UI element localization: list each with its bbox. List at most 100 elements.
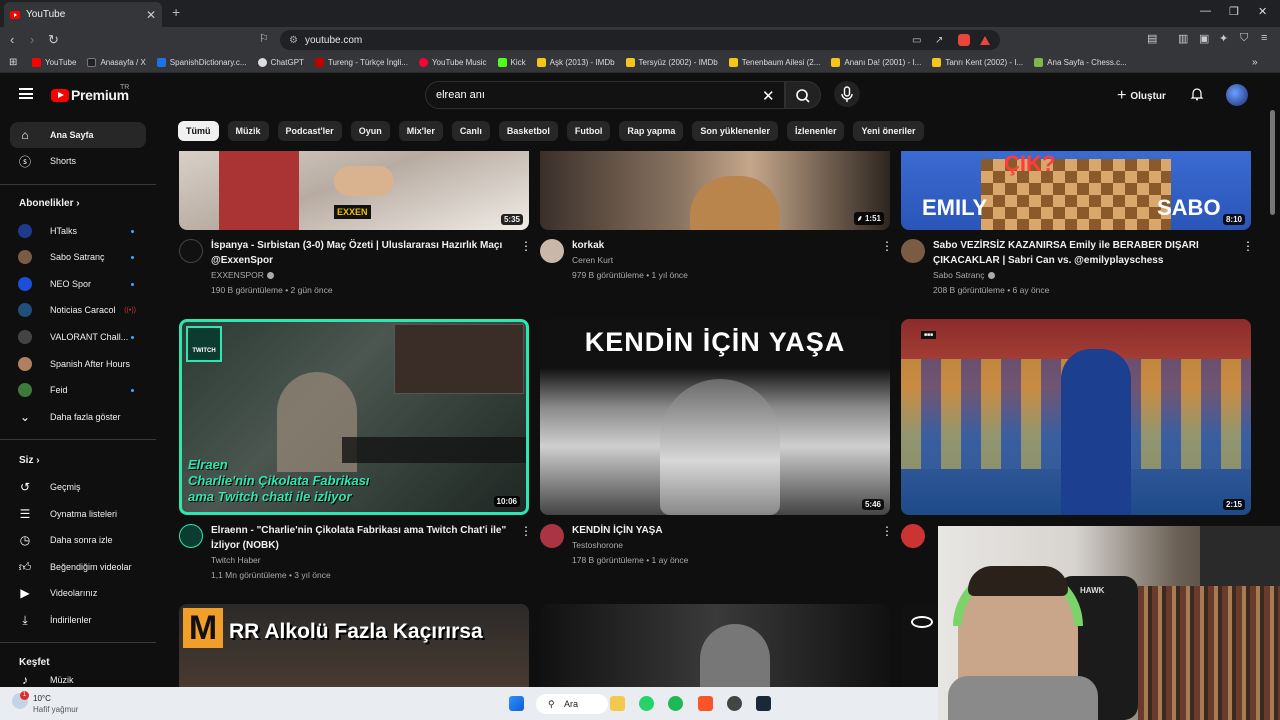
bookmark-item[interactable]: YouTube Music [418, 58, 487, 67]
reading-list-icon[interactable]: ▥ [1178, 32, 1188, 45]
restore-icon[interactable]: ❐ [1229, 5, 1239, 18]
tab-close-icon[interactable]: ✕ [146, 8, 156, 22]
hamburger-menu-icon[interactable] [19, 88, 33, 99]
bookmark-item[interactable]: Aşk (2013) - IMDb [536, 58, 615, 67]
reload-icon[interactable]: ↻ [48, 32, 59, 48]
video-thumbnail[interactable]: ÇIK? EMILY SABO 8:10 [901, 151, 1251, 230]
video-title[interactable]: korkak [572, 238, 872, 253]
search-input[interactable]: elrean anı [425, 81, 785, 109]
channel-name[interactable]: Sabo Satranç [933, 268, 995, 283]
video-thumbnail[interactable] [540, 604, 890, 687]
browser-tab[interactable]: YouTube ✕ [4, 2, 162, 27]
brave-shield-icon[interactable] [958, 34, 970, 46]
sidebar-item-subscription[interactable]: Noticias Caracol ((•)) [10, 297, 146, 323]
clear-search-icon[interactable]: ✕ [762, 87, 775, 105]
channel-name[interactable]: Testoshorone [572, 538, 623, 553]
chip[interactable]: Mix'ler [398, 121, 443, 141]
chip[interactable]: Basketbol [498, 121, 558, 141]
more-options-icon[interactable]: ⋮ [520, 524, 532, 538]
bookmark-item[interactable]: Ananı Da! (2001) - I... [831, 58, 921, 67]
more-options-icon[interactable]: ⋮ [520, 239, 532, 253]
chip[interactable]: İzlenenler [786, 121, 845, 141]
chip[interactable]: Futbol [566, 121, 611, 141]
sidebar-item-subscription[interactable]: Feid [10, 377, 146, 403]
more-options-icon[interactable]: ⋮ [881, 524, 893, 538]
sidebar-item-subscription[interactable]: Sabo Satranç [10, 244, 146, 270]
video-thumbnail[interactable]: ■■■ 2:15 [901, 319, 1251, 515]
bookmark-item[interactable]: Tanrı Kent (2002) - I... [932, 58, 1023, 67]
sidebar-item-subscription[interactable]: HTalks [10, 218, 146, 244]
share-icon[interactable]: ↗ [935, 35, 943, 46]
sidebar-item-subscription[interactable]: VALORANT Chall... [10, 324, 146, 350]
sidebar-item-shorts[interactable]: ⓢ Shorts [10, 148, 146, 174]
back-icon[interactable]: ‹ [10, 32, 14, 47]
file-explorer-icon[interactable] [610, 696, 625, 711]
bookmark-item[interactable]: Ana Sayfa - Chess.c... [1034, 58, 1127, 67]
wallet-icon[interactable]: ▣ [1199, 32, 1209, 45]
video-title[interactable]: KENDİN İÇİN YAŞA [572, 523, 872, 538]
extensions-icon[interactable]: ✦ [1219, 32, 1228, 45]
minimize-icon[interactable]: — [1200, 5, 1211, 17]
bookmark-item[interactable]: Tersyüz (2002) - IMDb [625, 58, 718, 67]
chip[interactable]: Son yüklenenler [692, 121, 778, 141]
bookmark-item[interactable]: SpanishDictionary.c... [156, 58, 247, 67]
bookmark-item[interactable]: YouTube [32, 58, 76, 67]
sidebar-item-liked-videos[interactable]: 👍︎ Beğendiğim videolar [10, 554, 146, 580]
sidebar-item-subscription[interactable]: Spanish After Hours [10, 351, 146, 377]
bookmark-item[interactable]: Kick [497, 58, 526, 67]
new-tab-icon[interactable]: + [172, 4, 180, 20]
subscriptions-heading[interactable]: Abonelikler › [19, 198, 80, 209]
bookmark-icon[interactable]: ⚐ [259, 32, 269, 45]
video-title[interactable]: İspanya - Sırbistan (3-0) Maç Özeti | Ul… [211, 238, 511, 268]
sidebar-item-subscription[interactable]: NEO Spor [10, 271, 146, 297]
account-avatar[interactable] [1226, 84, 1248, 106]
chip[interactable]: Podcast'ler [277, 121, 342, 141]
menu-icon[interactable]: ≡ [1261, 32, 1267, 44]
chip-all[interactable]: Tümü [178, 121, 219, 141]
spotify-icon[interactable] [668, 696, 683, 711]
bookmark-item[interactable]: Tenenbaum Ailesi (2... [728, 58, 820, 67]
bookmark-item[interactable]: Anasayfa / X [87, 58, 146, 67]
bookmarks-overflow-icon[interactable]: » [1252, 57, 1258, 68]
search-button[interactable] [785, 81, 821, 109]
channel-name[interactable]: Ceren Kurt [572, 253, 613, 268]
bookmark-item[interactable]: ChatGPT [257, 58, 304, 67]
more-options-icon[interactable]: ⋮ [1242, 239, 1254, 253]
steam-icon[interactable] [756, 696, 771, 711]
video-title[interactable]: Elraenn - "Charlie'nin Çikolata Fabrikas… [211, 523, 511, 553]
sidebar-item-history[interactable]: ↺ Geçmiş [10, 474, 146, 500]
taskbar-search[interactable]: ⚲ Ara [536, 694, 608, 714]
sidebar-item-home[interactable]: ⌂ Ana Sayfa [10, 122, 146, 148]
channel-name[interactable]: Twitch Haber [211, 553, 261, 568]
chip[interactable]: Canlı [451, 121, 490, 141]
weather-widget[interactable]: 10°C Hafif yağmur [33, 693, 78, 715]
vpn-icon[interactable]: ⛉ [1240, 32, 1248, 45]
notifications-bell-icon[interactable] [1190, 87, 1204, 101]
window-close-icon[interactable]: ✕ [1258, 5, 1267, 18]
channel-avatar[interactable] [540, 239, 564, 263]
channel-avatar[interactable] [179, 239, 203, 263]
brave-rewards-icon[interactable] [980, 35, 990, 45]
apps-grid-icon[interactable]: ⊞ [9, 57, 17, 68]
channel-avatar[interactable] [901, 524, 925, 548]
chip[interactable]: Rap yapma [619, 121, 684, 141]
show-more-button[interactable]: ⌄ Daha fazla göster [10, 404, 146, 430]
video-thumbnail[interactable]: EXXEN 5:35 [179, 151, 529, 230]
youtube-premium-logo[interactable]: Premium TR [51, 84, 129, 103]
page-scrollbar[interactable] [1270, 110, 1275, 215]
chip[interactable]: Oyun [350, 121, 390, 141]
sidebar-item-downloads[interactable]: ⤓ İndirilenler [10, 607, 146, 633]
you-heading[interactable]: Siz › [19, 455, 40, 466]
channel-avatar[interactable] [179, 524, 203, 548]
video-thumbnail[interactable] [901, 604, 941, 687]
sidebar-item-playlists[interactable]: ☰ Oynatma listeleri [10, 501, 146, 527]
site-info-icon[interactable]: ⚙ [289, 35, 298, 46]
channel-avatar[interactable] [540, 524, 564, 548]
sidebar-item-music[interactable]: ♪ Müzik [10, 673, 146, 687]
chip[interactable]: Müzik [227, 121, 269, 141]
more-options-icon[interactable]: ⋮ [881, 239, 893, 253]
sidebar-item-watch-later[interactable]: ◷ Daha sonra izle [10, 527, 146, 553]
create-button[interactable]: + Oluştur [1117, 87, 1166, 105]
video-thumbnail[interactable]: ⸙ 1:51 [540, 151, 890, 230]
address-bar[interactable]: youtube.com ⚙ ▭ ↗ [280, 30, 1000, 50]
